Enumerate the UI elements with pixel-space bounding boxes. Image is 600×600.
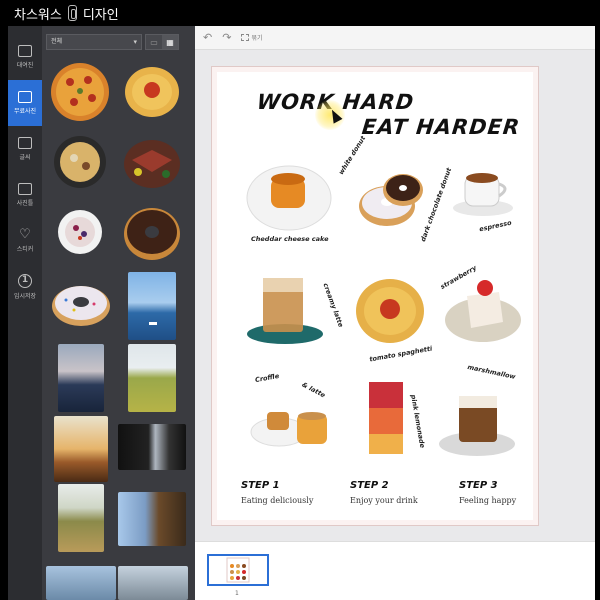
asset-berry-bowl[interactable] (56, 208, 104, 258)
croffle-latte-image[interactable] (247, 390, 335, 458)
app-window: 차스워스 디자인 대여진 무료사진 글씨 사진틀 ♡ 스티커 1 임시저장 전체… (0, 0, 600, 600)
espresso-image[interactable] (449, 162, 521, 222)
asset-sky-photo-2[interactable] (118, 566, 188, 600)
label-pink-lemonade[interactable]: pink lemonade (409, 394, 426, 449)
rail-item-0[interactable]: 대여진 (8, 34, 42, 80)
asset-meadow-photo[interactable] (58, 484, 104, 552)
step-2-subtitle[interactable]: Enjoy your drink (350, 496, 418, 505)
save-icon: 1 (18, 274, 32, 288)
app-title-left: 차스워스 (14, 7, 62, 23)
cheese-cake-image[interactable] (245, 160, 333, 236)
asset-field-photo[interactable] (128, 344, 176, 412)
step-1-subtitle[interactable]: Eating deliciously (241, 496, 313, 505)
marshmallow-drink-image[interactable] (435, 384, 519, 464)
editor-canvas-area: ↶ ↷ 묶기 WORK HARD EAT HARDER Cheddar chee… (195, 26, 600, 600)
asset-sky-photo-1[interactable] (46, 566, 116, 600)
rail-label: 글씨 (19, 154, 31, 161)
grid-view-icon[interactable]: ▦ (162, 35, 178, 49)
pink-lemonade-image[interactable] (365, 378, 407, 462)
asset-rock-photo[interactable] (118, 492, 186, 546)
rail-item-2[interactable]: 글씨 (8, 126, 42, 172)
frame-icon (18, 183, 32, 195)
step-3-title[interactable]: STEP 3 (459, 480, 498, 491)
rail-item-1[interactable]: 무료사진 (8, 80, 42, 126)
category-select-value: 전체 (51, 38, 63, 45)
image-icon (18, 45, 32, 57)
group-button[interactable]: 묶기 (241, 33, 262, 42)
asset-spaghetti[interactable] (122, 62, 182, 122)
heart-icon: ♡ (19, 227, 31, 242)
tool-rail: 대여진 무료사진 글씨 사진틀 ♡ 스티커 1 임시저장 (4, 26, 42, 600)
rail-label: 스티커 (16, 246, 34, 253)
redo-icon[interactable]: ↷ (222, 31, 231, 44)
window-edge (595, 26, 600, 600)
asset-sprinkle-donut[interactable] (50, 280, 112, 328)
poster: WORK HARD EAT HARDER Cheddar cheese cake… (217, 72, 533, 520)
rail-label: 대여진 (16, 62, 34, 69)
asset-noodle-bowl[interactable] (52, 134, 108, 190)
asset-sailboat-photo[interactable] (128, 272, 176, 340)
app-title-right: 디자인 (82, 7, 119, 23)
brand-icon (67, 5, 77, 21)
view-toggle: ▭ ▦ (145, 34, 179, 50)
asset-dusk-sea-photo[interactable] (58, 344, 104, 412)
creamy-latte-image[interactable] (245, 272, 329, 352)
group-label: 묶기 (251, 35, 263, 42)
rail-label: 임시저장 (13, 293, 37, 300)
asset-pizza[interactable] (50, 62, 110, 122)
rail-label: 무료사진 (13, 108, 37, 115)
chevron-down-icon: ▾ (133, 38, 137, 46)
page-thumbnail[interactable] (207, 554, 269, 586)
asset-chocolate-donut[interactable] (122, 204, 182, 262)
tomato-spaghetti-image[interactable] (353, 274, 427, 352)
rail-item-3[interactable]: 사진틀 (8, 172, 42, 218)
design-page[interactable]: WORK HARD EAT HARDER Cheddar cheese cake… (211, 66, 539, 526)
headline-eat-harder[interactable]: EAT HARDER (361, 115, 522, 139)
step-2-title[interactable]: STEP 2 (350, 480, 389, 491)
page-thumbnail-strip: 1 (195, 541, 595, 600)
rail-item-4[interactable]: ♡ 스티커 (8, 218, 42, 264)
editor-toolbar: ↶ ↷ 묶기 (195, 26, 595, 50)
asset-panel: 전체 ▾ ▭ ▦ (42, 26, 195, 600)
text-icon (18, 137, 32, 149)
list-view-icon[interactable]: ▭ (146, 35, 162, 49)
asset-sunset-trees-photo[interactable] (54, 416, 108, 482)
label-marshmallow[interactable]: marshmallow (467, 363, 517, 381)
step-3-subtitle[interactable]: Feeling happy (459, 496, 516, 505)
page-number: 1 (235, 590, 239, 597)
asset-steak-plate[interactable] (122, 132, 182, 192)
label-croffle[interactable]: Croffle (254, 372, 279, 384)
label-cheddar-cheese-cake[interactable]: Cheddar cheese cake (251, 235, 329, 243)
label-white-donut[interactable]: white donut (337, 135, 367, 177)
rail-item-5[interactable]: 1 임시저장 (8, 264, 42, 310)
category-select[interactable]: 전체 ▾ (46, 34, 142, 50)
asset-dark-window-photo[interactable] (118, 424, 186, 470)
step-1-title[interactable]: STEP 1 (241, 480, 280, 491)
undo-icon[interactable]: ↶ (203, 31, 212, 44)
rail-label: 사진틀 (16, 200, 34, 207)
photo-icon (18, 91, 32, 103)
donut-image[interactable] (355, 172, 425, 232)
title-bar: 차스워스 디자인 (0, 0, 600, 26)
group-icon (241, 34, 250, 41)
